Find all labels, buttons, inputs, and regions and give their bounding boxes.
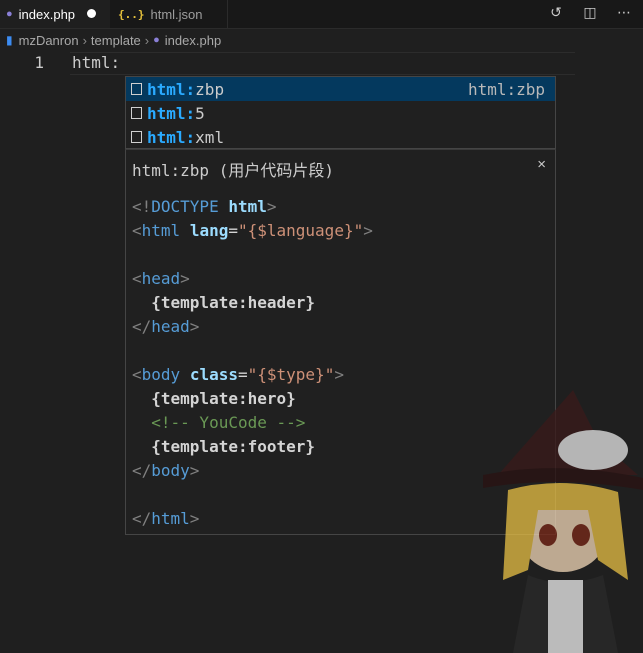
tab-label: index.php <box>18 6 76 22</box>
tab-label: html.json <box>150 6 203 22</box>
split-editor-icon[interactable]: ◫ <box>581 4 599 21</box>
suggestion-list: html: zbp html:zbp html: 5 html: xml <box>125 76 556 149</box>
code-header-template: {template:header} <box>132 293 316 312</box>
breadcrumb-item-file[interactable]: index.php <box>165 33 221 48</box>
line-number: 1 <box>34 53 44 72</box>
json-braces-icon: {..} <box>118 7 145 21</box>
code-line-text[interactable]: html: <box>72 53 120 72</box>
chevron-right-icon: › <box>144 32 150 48</box>
editor-tab-bar: ● index.php {..} html.json ↺ ◫ ⋯ <box>0 0 643 29</box>
suggestion-rest: xml <box>195 127 225 147</box>
folder-icon: ▮ <box>6 33 13 47</box>
apron <box>548 580 583 653</box>
suggestion-item-html-5[interactable]: html: 5 <box>126 101 555 125</box>
code-body-close: </body> <box>132 461 200 480</box>
breadcrumb-item-folder[interactable]: template <box>91 33 141 48</box>
code-html-close: </html> <box>132 509 200 528</box>
background-character-image <box>483 390 643 653</box>
suggestion-item-html-xml[interactable]: html: xml <box>126 125 555 149</box>
snippet-icon <box>131 83 142 95</box>
code-body-open: <body class="{$type}"> <box>132 365 344 384</box>
snippet-icon <box>131 107 142 119</box>
suggestion-rest: 5 <box>195 103 205 123</box>
suggestion-item-html-zbp[interactable]: html: zbp html:zbp <box>126 77 555 101</box>
tab-actions: ↺ ◫ ⋯ <box>547 4 633 21</box>
code-html-open: <html lang="{$language}"> <box>132 221 373 240</box>
code-footer-template: {template:footer} <box>132 437 316 456</box>
breadcrumb: ▮ mzDanron › template › ● index.php <box>0 29 643 51</box>
unsaved-dot-icon[interactable] <box>87 9 96 18</box>
tab-html-json[interactable]: {..} html.json <box>110 0 228 28</box>
php-elephant-icon: ● <box>153 34 160 46</box>
details-title: html:zbp (用户代码片段) <box>132 161 334 180</box>
left-eye <box>539 524 557 546</box>
suggestion-rest: zbp <box>195 79 225 99</box>
tab-index-php[interactable]: ● index.php <box>0 0 110 28</box>
code-head-open: <head> <box>132 269 190 288</box>
suggestion-match: html: <box>147 127 196 147</box>
close-icon[interactable]: × <box>537 156 546 173</box>
snippet-icon <box>131 131 142 143</box>
php-elephant-icon: ● <box>6 8 13 20</box>
compare-changes-icon[interactable]: ↺ <box>547 4 565 21</box>
suggestion-match: html: <box>147 79 196 99</box>
code-head-close: </head> <box>132 317 200 336</box>
right-eye <box>572 524 590 546</box>
suggestion-detail: html:zbp <box>467 79 545 99</box>
code-doctype: <!DOCTYPE html> <box>132 197 277 216</box>
more-actions-icon[interactable]: ⋯ <box>615 4 633 21</box>
current-line-highlight <box>70 52 575 75</box>
code-comment: <!-- YouCode --> <box>132 413 306 432</box>
hat-ribbon <box>558 430 628 470</box>
chevron-right-icon: › <box>82 32 87 48</box>
breadcrumb-item-workspace[interactable]: mzDanron <box>19 33 79 48</box>
code-hero-template: {template:hero} <box>132 389 296 408</box>
suggestion-match: html: <box>147 103 196 123</box>
